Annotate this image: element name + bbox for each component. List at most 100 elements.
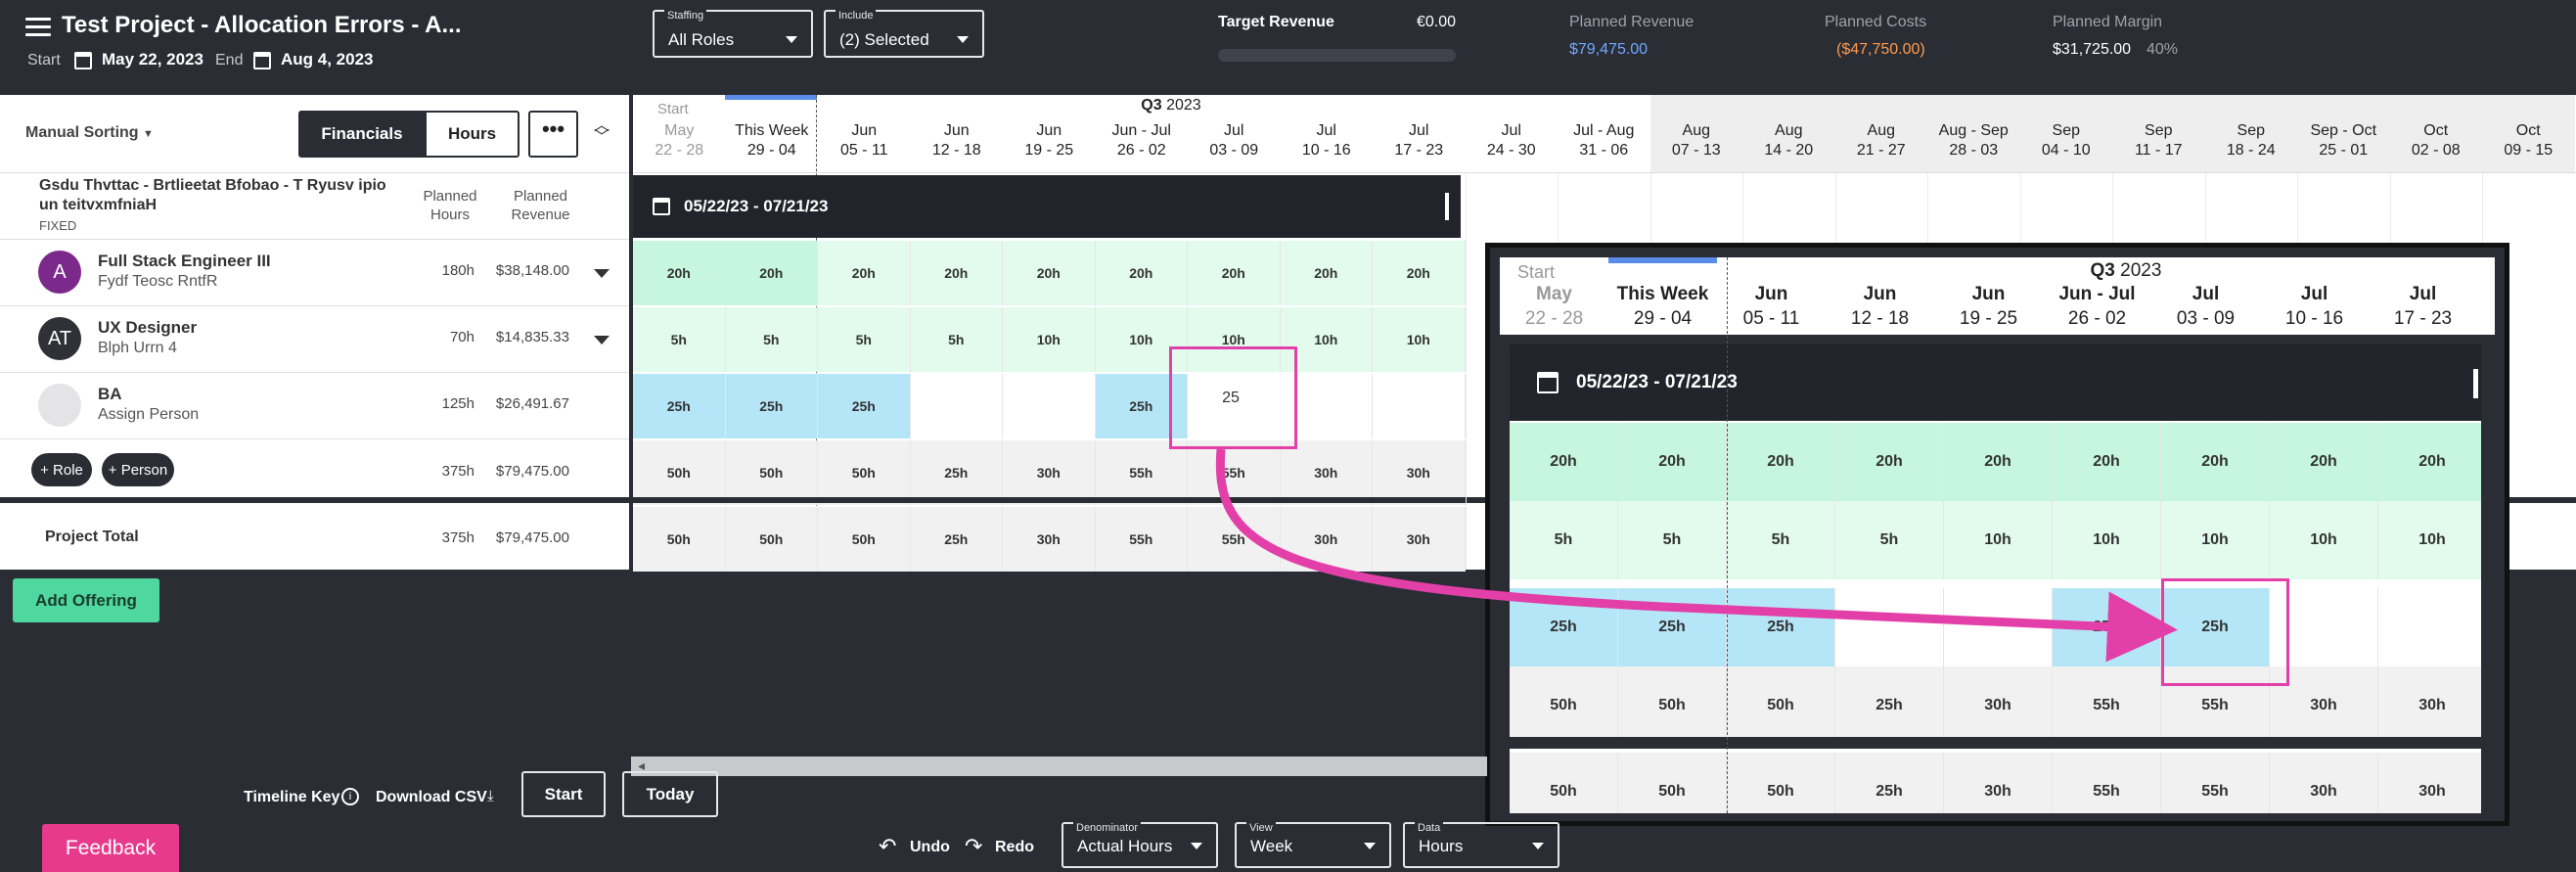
allocation-cell[interactable]: 30h: [2378, 753, 2487, 813]
allocation-cell[interactable]: 50h: [1727, 666, 1835, 745]
allocation-cell[interactable]: 20h: [1003, 241, 1096, 305]
sorting-select[interactable]: Manual Sorting ▼: [25, 124, 154, 142]
add-person-button[interactable]: + Person: [102, 453, 174, 486]
download-csv-link[interactable]: Download CSV: [376, 789, 487, 806]
allocation-cell[interactable]: 20h: [2378, 423, 2487, 501]
view-select[interactable]: View Week: [1235, 822, 1391, 868]
allocation-cell[interactable]: 10h: [1373, 307, 1466, 372]
week-column-header[interactable]: May 22 - 28: [633, 95, 726, 172]
financials-toggle[interactable]: Financials: [298, 111, 426, 158]
week-column-header[interactable]: Oct 09 - 15: [2482, 95, 2575, 172]
allocation-cell[interactable]: 20h: [910, 241, 1003, 305]
edited-cell-input[interactable]: 25: [1167, 346, 1294, 449]
week-column-header[interactable]: Jun - Jul 26 - 02: [1096, 95, 1189, 172]
allocation-cell[interactable]: 30h: [1280, 507, 1373, 572]
undo-button[interactable]: Undo: [910, 839, 950, 856]
allocation-cell[interactable]: 5h: [1510, 501, 1618, 579]
allocation-cell[interactable]: [2378, 588, 2487, 666]
collapse-icon[interactable]: ︿ ﹀: [594, 118, 610, 146]
week-column-header[interactable]: Sep - Oct 25 - 01: [2297, 95, 2390, 172]
allocation-cell[interactable]: 20h: [1510, 423, 1618, 501]
denominator-select[interactable]: Denominator Actual Hours: [1062, 822, 1218, 868]
start-date[interactable]: May 22, 2023: [102, 50, 203, 69]
allocation-cell[interactable]: 55h: [2053, 753, 2161, 813]
allocation-cell[interactable]: 25h: [725, 374, 818, 438]
allocation-cell[interactable]: 20h: [1373, 241, 1466, 305]
allocation-cell[interactable]: 30h: [1003, 440, 1096, 505]
person-name[interactable]: Fydf Teosc RntfR: [98, 273, 217, 291]
allocation-cell[interactable]: 10h: [1003, 307, 1096, 372]
week-column-header[interactable]: Jun 12 - 18: [911, 95, 1004, 172]
allocation-cell[interactable]: 30h: [1003, 507, 1096, 572]
week-column-header[interactable]: Jul 03 - 09: [1188, 95, 1281, 172]
allocation-cell[interactable]: 55h: [2053, 666, 2161, 745]
date-range-bar[interactable]: 05/22/23 - 07/21/23: [633, 175, 1461, 238]
week-column-header[interactable]: Aug 07 - 13: [1650, 95, 1742, 172]
add-role-button[interactable]: + Role: [31, 453, 92, 486]
allocation-cell[interactable]: 50h: [1510, 753, 1618, 813]
allocation-cell[interactable]: 30h: [1944, 753, 2053, 813]
allocation-cell[interactable]: 25h: [910, 507, 1003, 572]
redo-icon[interactable]: ↷: [965, 834, 982, 859]
week-column-header[interactable]: Jun 05 - 11: [818, 95, 911, 172]
allocation-cell[interactable]: 25h: [1727, 588, 1835, 666]
end-date[interactable]: Aug 4, 2023: [281, 50, 374, 69]
allocation-cell[interactable]: 30h: [1280, 440, 1373, 505]
week-column-header[interactable]: Jul 24 - 30: [1466, 95, 1559, 172]
week-column-header[interactable]: Sep 18 - 24: [2204, 95, 2297, 172]
allocation-cell[interactable]: 30h: [1944, 666, 2053, 745]
allocation-cell[interactable]: [1835, 588, 1944, 666]
allocation-cell[interactable]: 55h: [1188, 507, 1281, 572]
date-range-bar[interactable]: 05/22/23 - 07/21/23: [1510, 344, 2488, 421]
allocation-cell[interactable]: 50h: [633, 507, 726, 572]
week-column-header[interactable]: Jul 17 - 23: [1373, 95, 1466, 172]
start-button[interactable]: Start: [521, 771, 606, 817]
timeline-key-label[interactable]: Timeline Key: [244, 789, 339, 806]
allocation-cell[interactable]: 25h: [2053, 588, 2161, 666]
target-revenue-value[interactable]: €0.00: [1417, 14, 1456, 31]
allocation-cell[interactable]: 55h: [2161, 753, 2270, 813]
allocation-cell[interactable]: 5h: [818, 307, 911, 372]
week-column-header[interactable]: This Week 29 - 04: [726, 95, 819, 172]
data-select[interactable]: Data Hours: [1403, 822, 1559, 868]
allocation-cell[interactable]: 10h: [2161, 501, 2270, 579]
info-icon[interactable]: i: [341, 788, 359, 805]
week-column-header[interactable]: Aug 14 - 20: [1742, 95, 1835, 172]
allocation-cell[interactable]: 50h: [725, 440, 818, 505]
allocation-cell[interactable]: 10h: [2053, 501, 2161, 579]
hours-toggle[interactable]: Hours: [425, 111, 520, 158]
allocation-cell[interactable]: 20h: [1835, 423, 1944, 501]
allocation-cell[interactable]: 5h: [1835, 501, 1944, 579]
allocation-cell[interactable]: 20h: [725, 241, 818, 305]
allocation-cell[interactable]: 50h: [818, 440, 911, 505]
week-column-header[interactable]: Jun 19 - 25: [1003, 95, 1096, 172]
allocation-cell[interactable]: 10h: [1944, 501, 2053, 579]
allocation-cell[interactable]: 20h: [1944, 423, 2053, 501]
redo-button[interactable]: Redo: [995, 839, 1034, 856]
allocation-cell[interactable]: 5h: [1618, 501, 1727, 579]
week-column-header[interactable]: Jul - Aug 31 - 06: [1558, 95, 1650, 172]
allocation-cell[interactable]: 20h: [2053, 423, 2161, 501]
allocation-cell[interactable]: 20h: [633, 241, 726, 305]
allocation-cell[interactable]: 25h: [1618, 588, 1727, 666]
staffing-select[interactable]: Staffing All Roles: [653, 10, 813, 58]
assign-person-link[interactable]: Assign Person: [98, 406, 199, 424]
include-select[interactable]: Include (2) Selected: [824, 10, 984, 58]
allocation-cell[interactable]: 50h: [1510, 666, 1618, 745]
allocation-cell[interactable]: 20h: [1095, 241, 1188, 305]
menu-icon[interactable]: [25, 18, 51, 37]
week-column-header[interactable]: Oct 02 - 08: [2389, 95, 2482, 172]
undo-icon[interactable]: ↶: [879, 834, 896, 859]
week-column-header[interactable]: Sep 11 - 17: [2112, 95, 2205, 172]
allocation-cell[interactable]: [911, 374, 1003, 438]
allocation-cell[interactable]: 20h: [1727, 423, 1835, 501]
resize-handle[interactable]: [2473, 369, 2478, 398]
week-column-header[interactable]: Sep 04 - 10: [2019, 95, 2112, 172]
allocation-cell[interactable]: 50h: [1727, 753, 1835, 813]
feedback-button[interactable]: Feedback: [42, 824, 179, 872]
allocation-cell[interactable]: 20h: [1188, 241, 1281, 305]
allocation-cell[interactable]: 10h: [2378, 501, 2487, 579]
allocation-cell[interactable]: [1373, 374, 1466, 438]
allocation-cell[interactable]: 50h: [1618, 753, 1727, 813]
allocation-cell[interactable]: 20h: [2270, 423, 2378, 501]
